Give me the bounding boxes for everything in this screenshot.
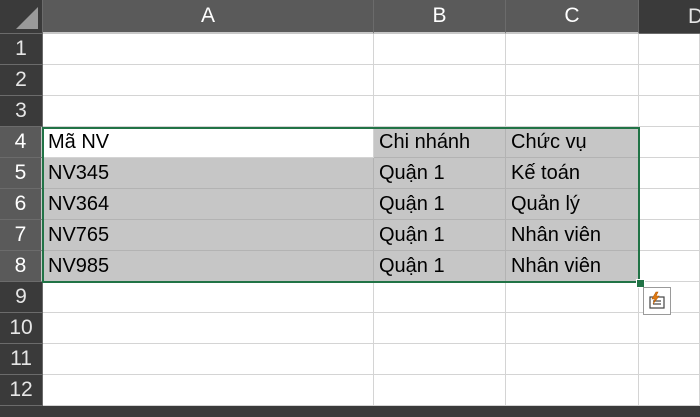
select-all-button[interactable] bbox=[0, 0, 43, 34]
cell-a1[interactable] bbox=[43, 34, 374, 65]
cell-b10[interactable] bbox=[374, 313, 506, 344]
cell-c10[interactable] bbox=[506, 313, 639, 344]
cell-a4[interactable]: Mã NV bbox=[43, 127, 374, 158]
row-header-5[interactable]: 5 bbox=[0, 158, 43, 189]
cell-d11[interactable] bbox=[639, 344, 700, 375]
cell-a10[interactable] bbox=[43, 313, 374, 344]
column-header-c[interactable]: C bbox=[506, 0, 639, 34]
cell-d6[interactable] bbox=[639, 189, 700, 220]
cell-b11[interactable] bbox=[374, 344, 506, 375]
cell-b2[interactable] bbox=[374, 65, 506, 96]
cell-d5[interactable] bbox=[639, 158, 700, 189]
cell-c1[interactable] bbox=[506, 34, 639, 65]
cell-a6[interactable]: NV364 bbox=[43, 189, 374, 220]
cell-d4[interactable] bbox=[639, 127, 700, 158]
cell-b4[interactable]: Chi nhánh bbox=[374, 127, 506, 158]
cell-d1[interactable] bbox=[639, 34, 700, 65]
cell-a2[interactable] bbox=[43, 65, 374, 96]
row-header-10[interactable]: 10 bbox=[0, 313, 43, 344]
row-header-1[interactable]: 1 bbox=[0, 34, 43, 65]
cell-a3[interactable] bbox=[43, 96, 374, 127]
column-header-d[interactable]: D bbox=[639, 0, 700, 34]
row-header-3[interactable]: 3 bbox=[0, 96, 43, 127]
cell-b3[interactable] bbox=[374, 96, 506, 127]
cell-d12[interactable] bbox=[639, 375, 700, 406]
row-header-8[interactable]: 8 bbox=[0, 251, 43, 282]
cell-d8[interactable] bbox=[639, 251, 700, 282]
cell-a11[interactable] bbox=[43, 344, 374, 375]
cell-b6[interactable]: Quận 1 bbox=[374, 189, 506, 220]
row-header-6[interactable]: 6 bbox=[0, 189, 43, 220]
cell-d7[interactable] bbox=[639, 220, 700, 251]
row-header-2[interactable]: 2 bbox=[0, 65, 43, 96]
cell-c4[interactable]: Chức vụ bbox=[506, 127, 639, 158]
cell-c9[interactable] bbox=[506, 282, 639, 313]
cell-b5[interactable]: Quận 1 bbox=[374, 158, 506, 189]
cell-d10[interactable] bbox=[639, 313, 700, 344]
column-header-b[interactable]: B bbox=[374, 0, 506, 34]
cell-d3[interactable] bbox=[639, 96, 700, 127]
row-header-7[interactable]: 7 bbox=[0, 220, 43, 251]
column-header-a[interactable]: A bbox=[43, 0, 374, 34]
cell-c3[interactable] bbox=[506, 96, 639, 127]
cell-b12[interactable] bbox=[374, 375, 506, 406]
cell-c12[interactable] bbox=[506, 375, 639, 406]
cell-c6[interactable]: Quản lý bbox=[506, 189, 639, 220]
cell-c2[interactable] bbox=[506, 65, 639, 96]
quick-analysis-button[interactable] bbox=[643, 287, 671, 315]
select-all-triangle-icon bbox=[16, 7, 38, 29]
row-header-12[interactable]: 12 bbox=[0, 375, 43, 406]
cell-b8[interactable]: Quận 1 bbox=[374, 251, 506, 282]
sheet-bottom-edge bbox=[0, 406, 700, 417]
cell-a8[interactable]: NV985 bbox=[43, 251, 374, 282]
spreadsheet-grid: A B C D 1 2 3 4 5 6 7 8 9 10 11 12 Mã NV… bbox=[0, 0, 700, 417]
cell-c8[interactable]: Nhân viên bbox=[506, 251, 639, 282]
cell-b9[interactable] bbox=[374, 282, 506, 313]
row-header-4[interactable]: 4 bbox=[0, 127, 43, 158]
cell-a7[interactable]: NV765 bbox=[43, 220, 374, 251]
cell-c11[interactable] bbox=[506, 344, 639, 375]
cell-c7[interactable]: Nhân viên bbox=[506, 220, 639, 251]
cell-a5[interactable]: NV345 bbox=[43, 158, 374, 189]
cell-a12[interactable] bbox=[43, 375, 374, 406]
row-header-9[interactable]: 9 bbox=[0, 282, 43, 313]
quick-analysis-icon bbox=[649, 291, 665, 309]
row-header-11[interactable]: 11 bbox=[0, 344, 43, 375]
cell-b1[interactable] bbox=[374, 34, 506, 65]
cell-d2[interactable] bbox=[639, 65, 700, 96]
cell-a9[interactable] bbox=[43, 282, 374, 313]
cell-b7[interactable]: Quận 1 bbox=[374, 220, 506, 251]
cell-c5[interactable]: Kế toán bbox=[506, 158, 639, 189]
